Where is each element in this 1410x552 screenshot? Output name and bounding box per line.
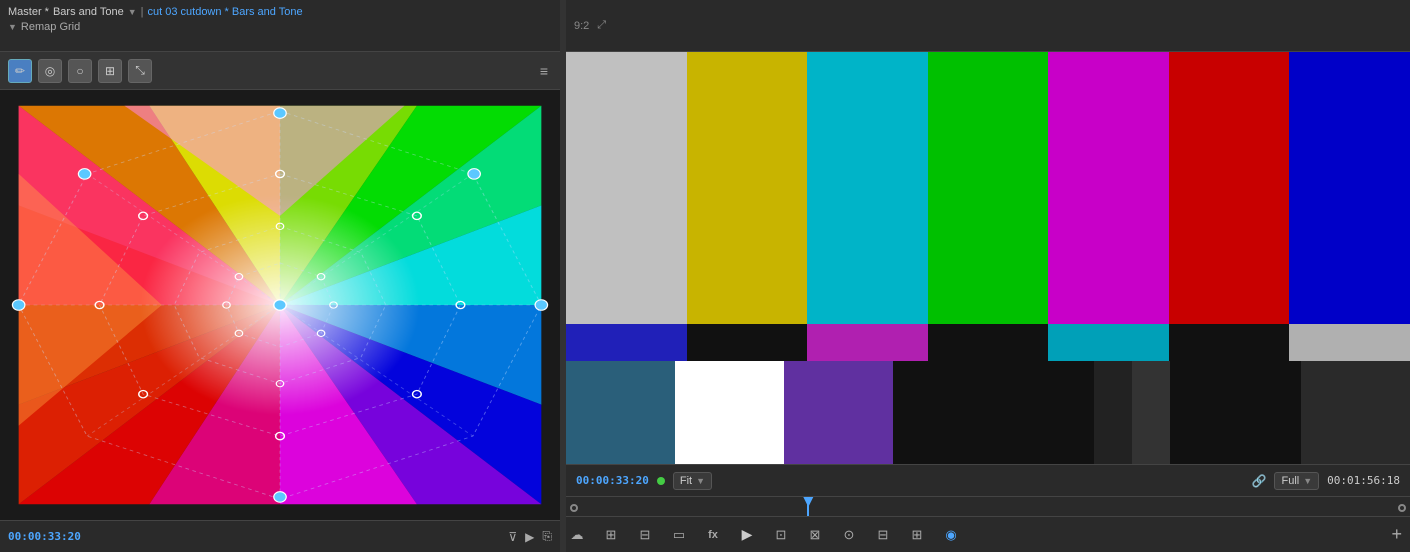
ripple-button[interactable]: ⊠: [804, 524, 826, 546]
scope-button[interactable]: ◉: [940, 524, 962, 546]
breadcrumb-separator: |: [141, 6, 144, 18]
mid-black3: [1169, 324, 1290, 361]
play-button[interactable]: ▶: [736, 524, 758, 546]
bar-red: [1169, 52, 1290, 324]
grid-tool-button[interactable]: ⊞: [98, 59, 122, 83]
mid-blue: [566, 324, 687, 361]
color-wheel-container[interactable]: [0, 90, 560, 520]
pluge-d2: [1094, 361, 1132, 464]
multicam-button[interactable]: ⊟: [872, 524, 894, 546]
bottom-icons: ⊽ ▶ ⎘: [508, 529, 552, 544]
bars-tone-label[interactable]: Bars and Tone: [53, 6, 124, 18]
export-icon-btn[interactable]: ⎘: [542, 529, 552, 544]
storyboard-button[interactable]: ⊞: [600, 524, 622, 546]
snap-button[interactable]: ⊟: [634, 524, 656, 546]
full-chevron: ▼: [1303, 476, 1312, 486]
timeline-playhead-line: [807, 497, 809, 516]
mid-black1: [687, 324, 808, 361]
left-panel: Master * Bars and Tone ▼ | cut 03 cutdow…: [0, 0, 560, 552]
timecode-left: 00:00:33:20: [8, 530, 81, 543]
breadcrumb-chevron[interactable]: ▼: [128, 7, 137, 17]
expand-tool-button[interactable]: ⤡: [128, 59, 152, 83]
pluge-d1: [1056, 361, 1094, 464]
pluge-teal: [566, 361, 675, 464]
bar-magenta: [1048, 52, 1169, 324]
add-button[interactable]: +: [1391, 524, 1402, 545]
bar-blue: [1289, 52, 1410, 324]
camera-button[interactable]: ⊙: [838, 524, 860, 546]
pluge-white: [675, 361, 784, 464]
filter-icon-btn[interactable]: ⊽: [508, 530, 517, 544]
insert-button[interactable]: ⊡: [770, 524, 792, 546]
cut-label[interactable]: cut 03 cutdown * Bars and Tone: [148, 6, 303, 18]
trim-button[interactable]: ▭: [668, 524, 690, 546]
bulb-tool-button[interactable]: ○: [68, 59, 92, 83]
play-icon-btn[interactable]: ▶: [525, 530, 534, 544]
mid-white2: [1289, 324, 1410, 361]
full-dropdown[interactable]: Full ▼: [1274, 472, 1319, 490]
timeline-start-dot: [570, 504, 578, 512]
master-label: Master *: [8, 6, 49, 18]
remap-grid-row: ▼ Remap Grid: [8, 21, 552, 33]
smpte-bars: [566, 52, 1410, 464]
pluge-purple: [784, 361, 893, 464]
timeline-ruler[interactable]: [566, 496, 1410, 516]
smpte-top-bars: [566, 52, 1410, 324]
menu-button[interactable]: ≡: [536, 59, 552, 83]
link-icon[interactable]: 🔗: [1252, 474, 1267, 488]
smpte-middle-bars: [566, 324, 1410, 361]
mid-magenta: [807, 324, 928, 361]
effects-button[interactable]: fx: [702, 524, 724, 546]
timeline-header: 9:2 ⤢: [566, 0, 1410, 52]
cloud-button[interactable]: ☁: [566, 524, 588, 546]
timeline-expand-icon[interactable]: ⤢: [597, 19, 606, 32]
pluge-black2: [1170, 361, 1301, 464]
status-dot: [657, 477, 665, 485]
remap-grid-label: Remap Grid: [21, 21, 80, 33]
mid-cyan2: [1048, 324, 1169, 361]
pen-tool-button[interactable]: ✏: [8, 59, 32, 83]
bottom-bar-left: 00:00:33:20 ⊽ ▶ ⎘: [0, 520, 560, 552]
video-controls: 00:00:33:20 Fit ▼ 🔗 Full ▼ 00:01:56:18: [566, 464, 1410, 496]
fit-chevron: ▼: [696, 476, 705, 486]
bar-cyan: [807, 52, 928, 324]
timeline-end-dot: [1398, 504, 1406, 512]
fit-dropdown[interactable]: Fit ▼: [673, 472, 712, 490]
timecode-total: 00:01:56:18: [1327, 474, 1400, 487]
pluge-black1: [893, 361, 1056, 464]
bar-green: [928, 52, 1049, 324]
full-label: Full: [1281, 475, 1299, 487]
remap-chevron[interactable]: ▼: [8, 22, 17, 32]
pluge-d3: [1132, 361, 1170, 464]
right-panel: 9:2 ⤢: [566, 0, 1410, 552]
timecode-current: 00:00:33:20: [576, 474, 649, 487]
bar-yellow: [687, 52, 808, 324]
breadcrumb: Master * Bars and Tone ▼ | cut 03 cutdow…: [8, 6, 552, 18]
video-preview[interactable]: [566, 52, 1410, 464]
toolbar: ✏ ◎ ○ ⊞ ⤡ ≡: [0, 52, 560, 90]
top-bar: Master * Bars and Tone ▼ | cut 03 cutdow…: [0, 0, 560, 52]
color-wheel-svg[interactable]: [0, 90, 560, 520]
bottom-toolbar: ☁ ⊞ ⊟ ▭ fx ▶ ⊡ ⊠ ⊙ ⊟ ⊞ ◉ +: [566, 516, 1410, 552]
smpte-bottom-bars: [566, 361, 1410, 464]
timeline-info: 9:2 ⤢: [574, 19, 606, 32]
timeline-position: 9:2: [574, 20, 589, 32]
overlay-button[interactable]: ⊞: [906, 524, 928, 546]
circle-tool-button[interactable]: ◎: [38, 59, 62, 83]
pluge-gray: [1301, 361, 1410, 464]
fit-label: Fit: [680, 475, 692, 487]
mid-black2: [928, 324, 1049, 361]
bar-white: [566, 52, 687, 324]
